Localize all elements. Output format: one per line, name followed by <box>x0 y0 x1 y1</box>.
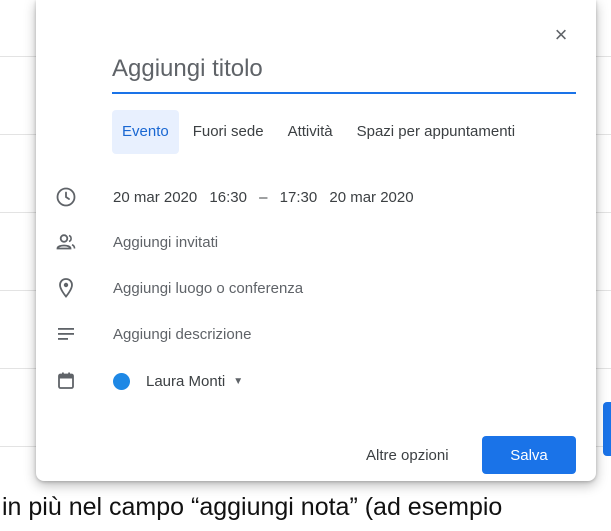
people-icon <box>56 234 76 250</box>
calendar-owner-name: Laura Monti <box>146 372 226 390</box>
event-title-input[interactable] <box>112 50 576 94</box>
description-row[interactable]: Aggiungi descrizione <box>36 319 596 349</box>
event-type-tabs: Evento Fuori sede Attività Spazi per app… <box>112 110 529 154</box>
guests-row[interactable]: Aggiungi invitati <box>36 227 596 257</box>
tab-attivita[interactable]: Attività <box>278 110 343 154</box>
tab-fuori-sede[interactable]: Fuori sede <box>183 110 274 154</box>
close-icon[interactable]: × <box>548 22 574 48</box>
end-time[interactable]: 17:30 <box>280 189 318 206</box>
event-quick-create-dialog: × Evento Fuori sede Attività Spazi per a… <box>36 0 596 481</box>
calendar-owner-select[interactable]: Laura Monti ▼ <box>113 372 244 390</box>
start-time[interactable]: 16:30 <box>209 189 247 206</box>
tab-spazi-per-appuntamenti[interactable]: Spazi per appuntamenti <box>347 110 525 154</box>
datetime-values: 20 mar 2020 16:30 – 17:30 20 mar 2020 <box>113 189 422 206</box>
save-button[interactable]: Salva <box>482 436 576 474</box>
calendar-row: Laura Monti ▼ <box>36 366 596 396</box>
location-row[interactable]: Aggiungi luogo o conferenza <box>36 273 596 303</box>
clock-icon <box>56 187 76 207</box>
guests-placeholder[interactable]: Aggiungi invitati <box>113 234 218 251</box>
more-options-button[interactable]: Altre opzioni <box>366 447 449 464</box>
description-placeholder[interactable]: Aggiungi descrizione <box>113 326 251 343</box>
tab-evento[interactable]: Evento <box>112 110 179 154</box>
time-separator: – <box>259 188 268 206</box>
dropdown-caret-icon: ▼ <box>233 375 244 387</box>
calendar-color-dot <box>113 372 130 390</box>
datetime-row: 20 mar 2020 16:30 – 17:30 20 mar 2020 <box>36 182 596 212</box>
calendar-event-edge[interactable] <box>603 402 611 456</box>
end-date[interactable]: 20 mar 2020 <box>329 189 413 206</box>
document-caption-text: in più nel campo “aggiungi nota” (ad ese… <box>2 493 503 521</box>
start-date[interactable]: 20 mar 2020 <box>113 189 197 206</box>
location-pin-icon <box>59 278 73 298</box>
calendar-icon <box>58 372 74 389</box>
location-placeholder[interactable]: Aggiungi luogo o conferenza <box>113 280 303 297</box>
notes-icon <box>58 328 74 340</box>
